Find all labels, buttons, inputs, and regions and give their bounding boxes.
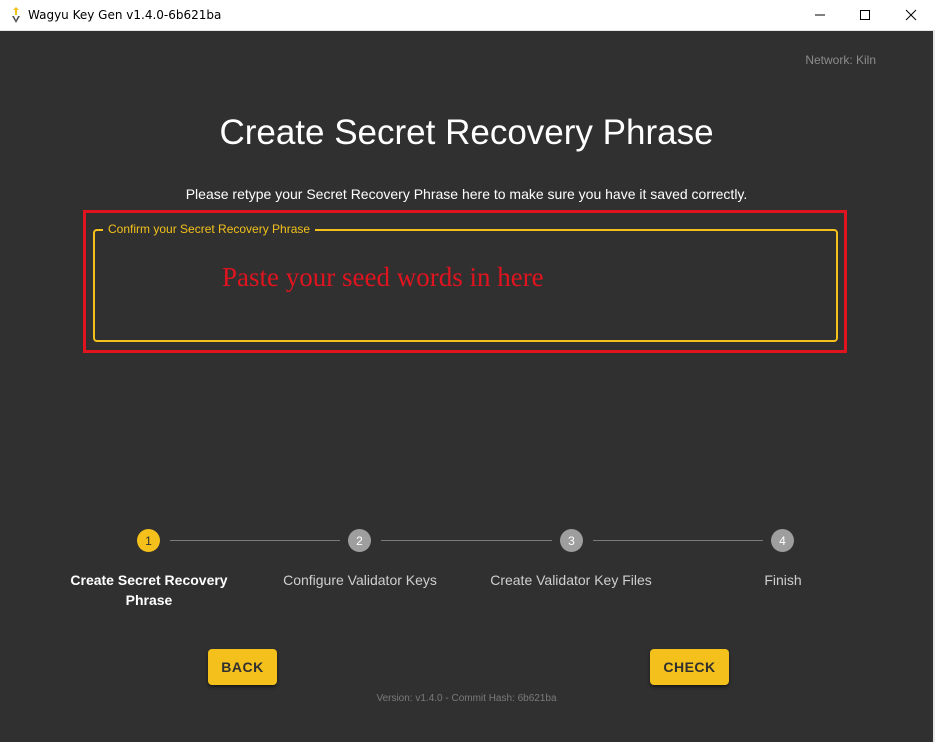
back-button[interactable]: BACK	[208, 649, 277, 685]
version-info: Version: v1.4.0 - Commit Hash: 6b621ba	[376, 693, 557, 704]
step-4-label: Finish	[764, 572, 802, 588]
main-content: Network: Kiln Create Secret Recovery Phr…	[0, 31, 933, 742]
check-button[interactable]: CHECK	[650, 649, 729, 685]
step-connector	[593, 540, 763, 541]
step-4-indicator: 4	[771, 529, 794, 552]
maximize-icon	[860, 10, 870, 20]
step-3-indicator: 3	[560, 529, 583, 552]
instructions-text: Please retype your Secret Recovery Phras…	[185, 186, 748, 202]
minimize-icon	[815, 14, 825, 16]
window-titlebar: Wagyu Key Gen v1.4.0-6b621ba	[0, 0, 935, 31]
minimize-button[interactable]	[797, 0, 843, 30]
step-connector	[170, 540, 340, 541]
step-1-label: Create Secret Recovery Phrase	[70, 572, 228, 608]
confirm-phrase-label: Confirm your Secret Recovery Phrase	[103, 222, 316, 236]
step-3-label: Create Validator Key Files	[490, 572, 652, 588]
step-2-indicator: 2	[348, 529, 371, 552]
step-1-indicator: 1	[137, 529, 160, 552]
paste-annotation: Paste your seed words in here	[222, 262, 544, 292]
step-2-label: Configure Validator Keys	[283, 572, 437, 588]
window-title: Wagyu Key Gen v1.4.0-6b621ba	[28, 8, 222, 22]
network-indicator: Network: Kiln	[805, 53, 876, 67]
close-button[interactable]	[888, 0, 934, 30]
close-icon	[905, 9, 917, 21]
step-connector	[381, 540, 552, 541]
maximize-button[interactable]	[842, 0, 888, 30]
wagyu-icon	[12, 7, 20, 23]
page-title: Create Secret Recovery Phrase	[219, 113, 714, 152]
